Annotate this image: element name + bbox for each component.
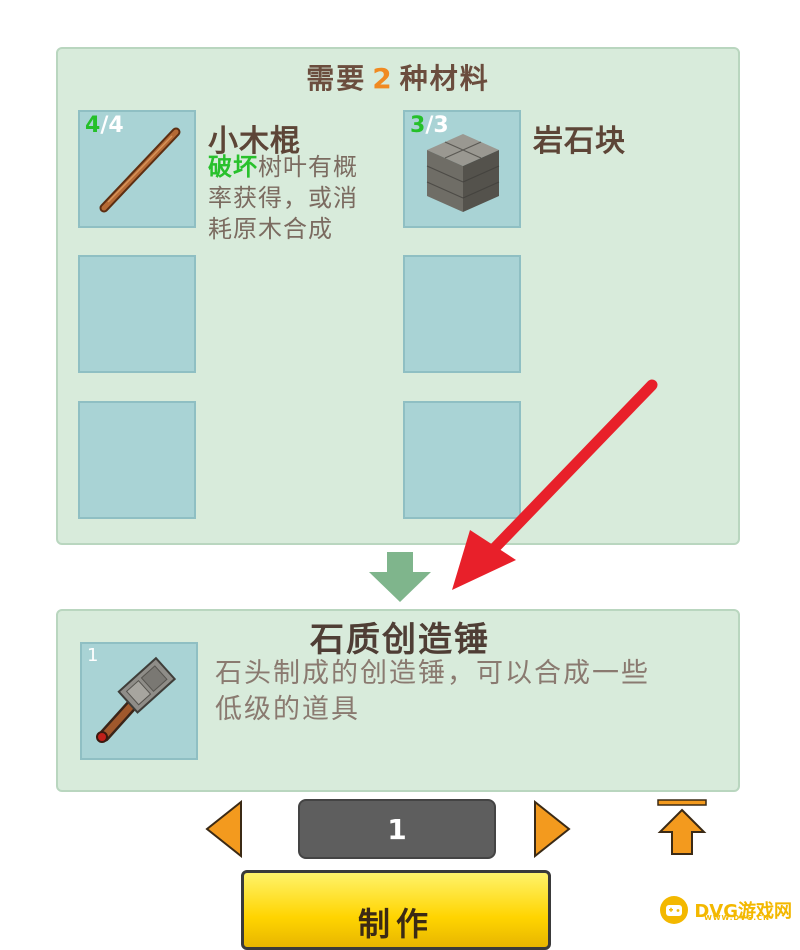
previous-page-button[interactable]	[205, 800, 243, 858]
result-description: 石头制成的创造锤，可以合成一些 低级的道具	[215, 656, 735, 728]
craft-button[interactable]: 制作	[241, 870, 551, 950]
material-slot-stick[interactable]: 4/4	[78, 110, 196, 228]
watermark-sub: WWW.DVG.CN	[704, 914, 770, 922]
empty-slot[interactable]	[403, 255, 521, 373]
scroll-to-top-button[interactable]	[656, 798, 708, 858]
stick-quantity: 4/4	[85, 113, 124, 138]
watermark: DVG游戏网 WWW.DVG.CN	[660, 896, 792, 924]
result-slot[interactable]: 1	[80, 642, 198, 760]
stone-hammer-icon	[96, 656, 177, 743]
down-arrow-icon	[369, 552, 431, 602]
material-name-stone: 岩石块	[533, 124, 626, 159]
stone-quantity: 3/3	[410, 113, 449, 138]
next-page-button[interactable]	[533, 800, 571, 858]
materials-title-suffix: 种材料	[399, 62, 490, 95]
result-desc-line1: 石头制成的创造锤，可以合成一些	[215, 658, 650, 689]
desc-line1: 树叶有概	[258, 153, 358, 181]
materials-title: 需要 2 种材料	[56, 57, 740, 97]
material-desc-stick: 破坏树叶有概 率获得，或消 耗原木合成	[208, 152, 358, 245]
empty-slot[interactable]	[403, 401, 521, 519]
empty-slot[interactable]	[78, 255, 196, 373]
result-desc-line2: 低级的道具	[215, 694, 360, 725]
desc-line3: 耗原木合成	[208, 215, 333, 243]
desc-highlight: 破坏	[208, 153, 258, 181]
materials-title-prefix: 需要	[306, 62, 367, 95]
material-slot-stone[interactable]: 3/3	[403, 110, 521, 228]
page-number: 1	[298, 799, 496, 859]
gamepad-logo-icon	[660, 896, 689, 924]
materials-count: 2	[372, 62, 394, 95]
empty-slot[interactable]	[78, 401, 196, 519]
desc-line2: 率获得，或消	[208, 184, 358, 212]
